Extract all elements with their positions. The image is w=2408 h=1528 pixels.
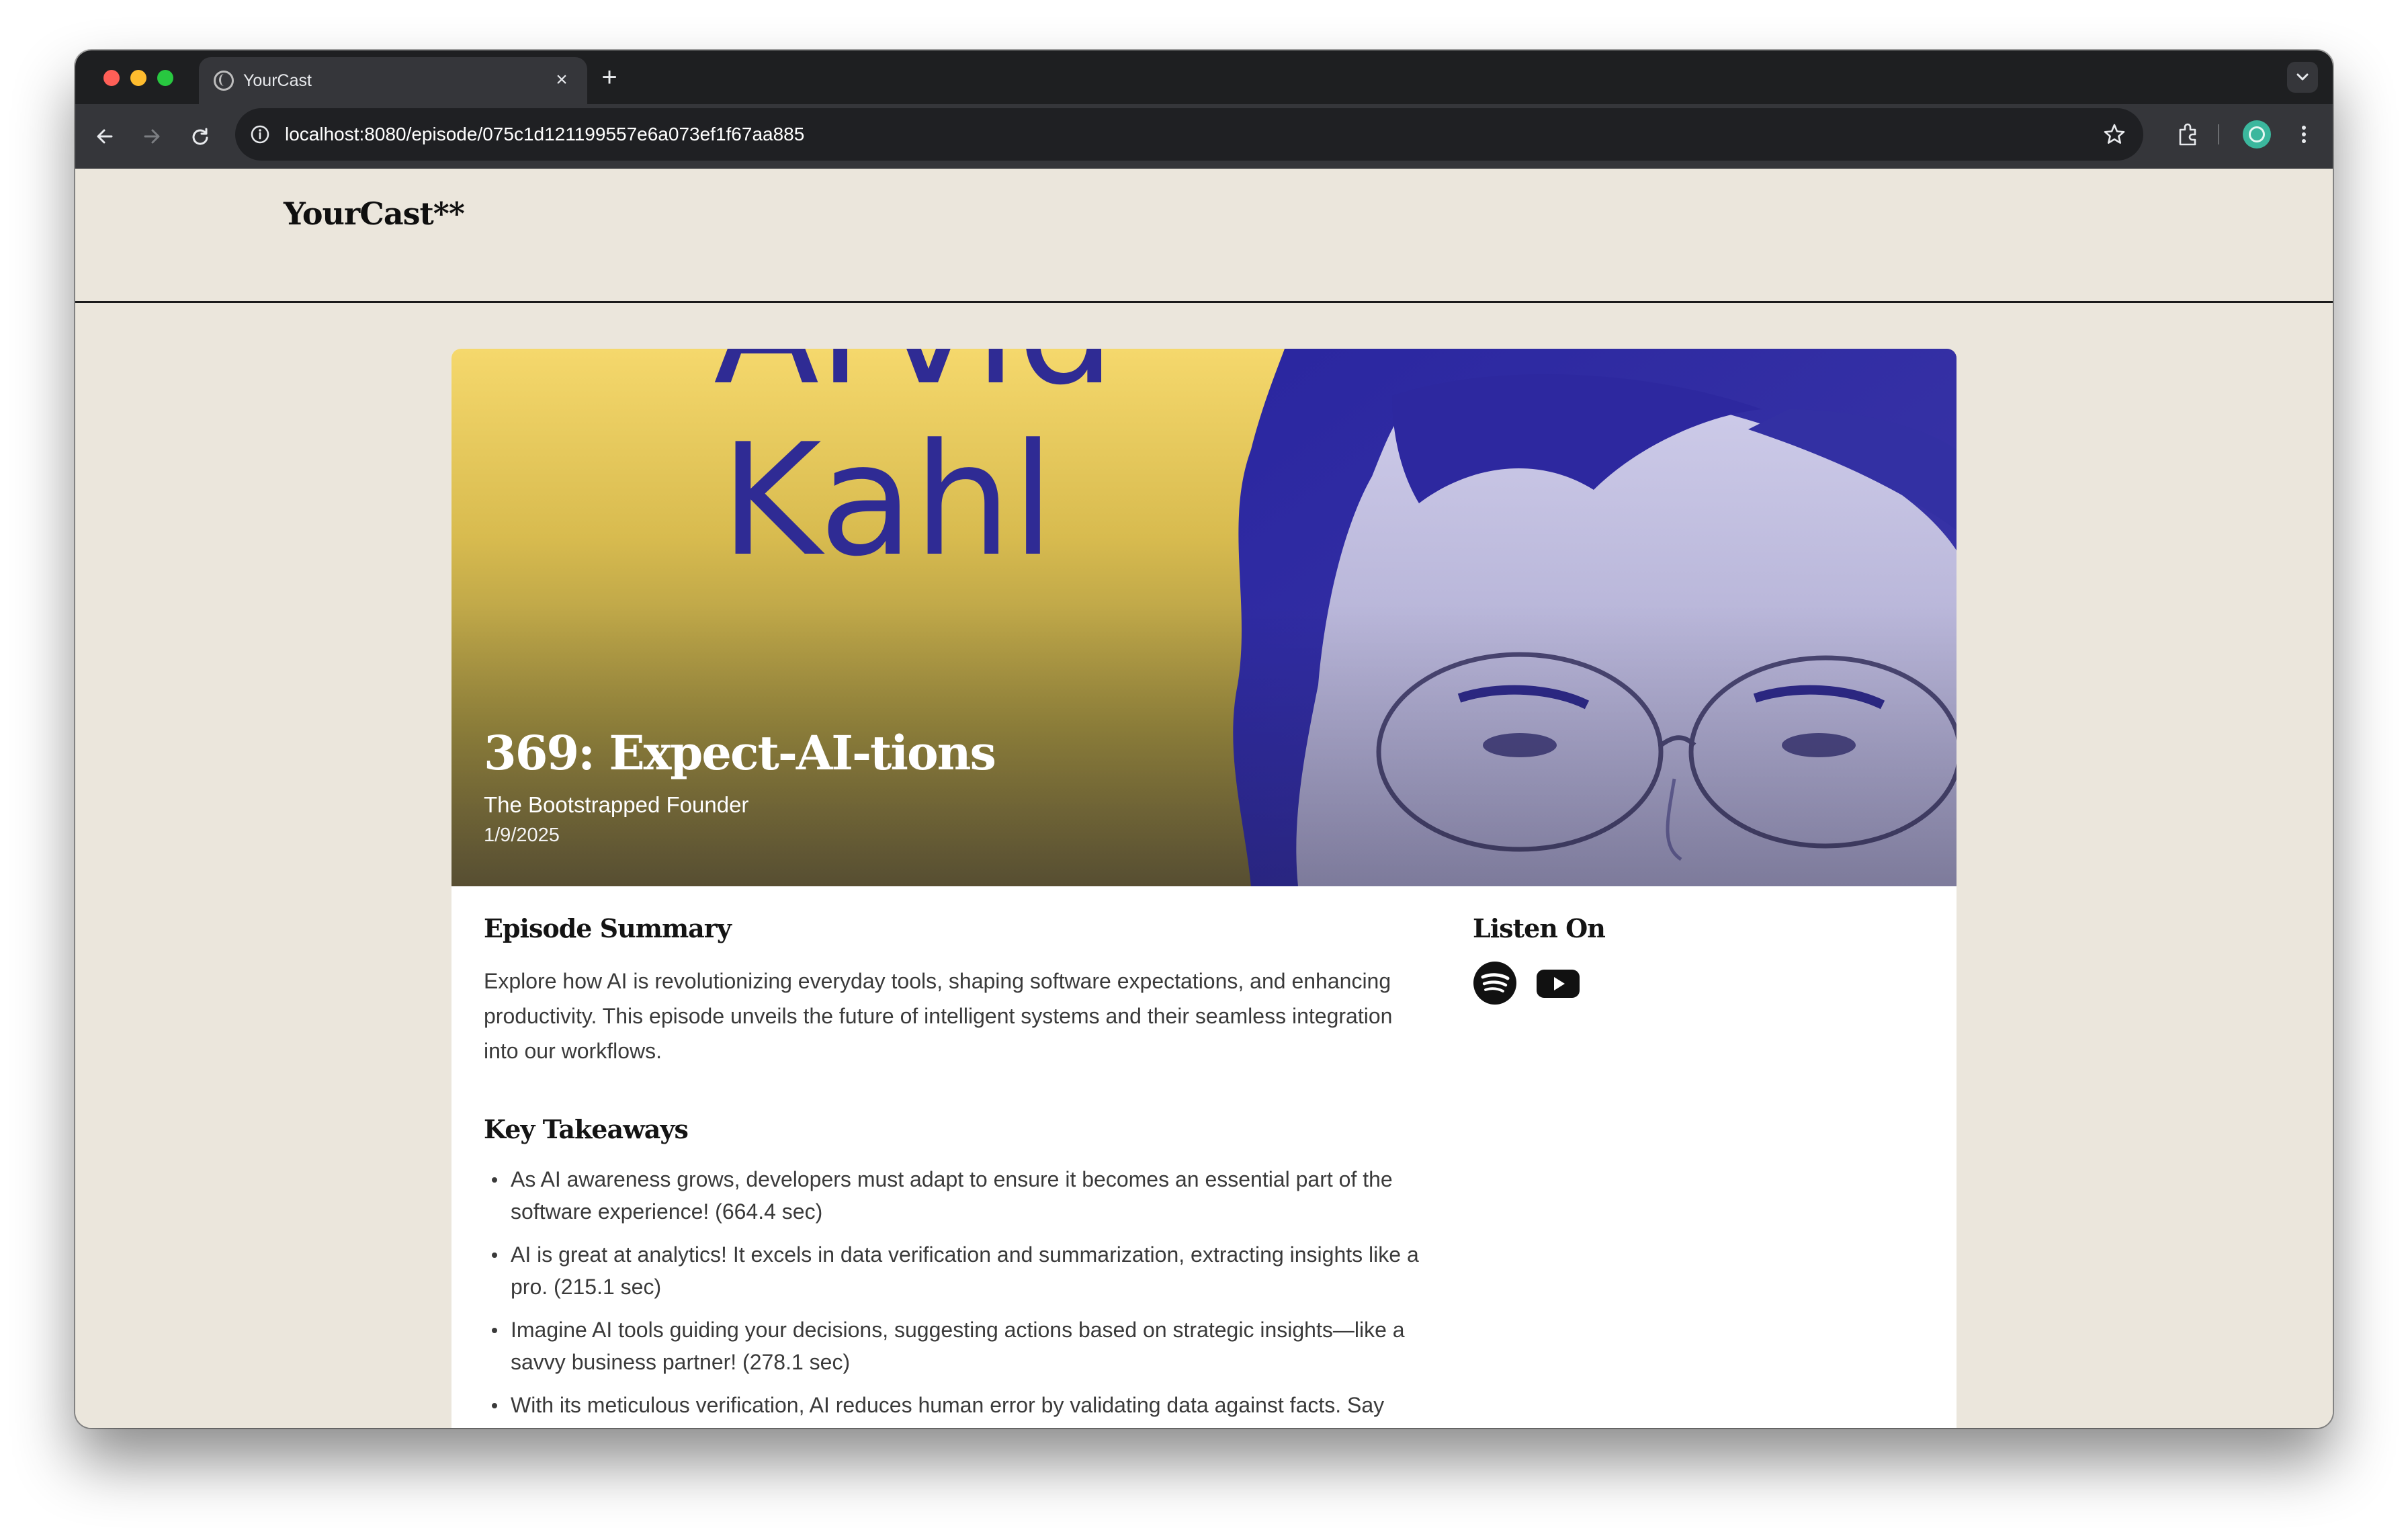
tab-strip: YourCast × + xyxy=(75,50,2333,104)
listen-on-heading: Listen On xyxy=(1473,913,1606,943)
show-name[interactable]: The Bootstrapped Founder xyxy=(484,792,748,818)
youtube-icon xyxy=(1537,970,1580,998)
browser-window: YourCast × + localhost:8080/episode/075c… xyxy=(75,50,2333,1428)
tab-search-button[interactable] xyxy=(2287,62,2318,93)
episode-card: Arvid Kahl 369: Expect-AI-tions The Boot… xyxy=(452,349,1956,1428)
takeaway-item[interactable]: With its meticulous verification, AI red… xyxy=(484,1389,1438,1428)
site-logo[interactable]: YourCast** xyxy=(284,196,465,232)
takeaways-list: As AI awareness grows, developers must a… xyxy=(484,1163,1424,1428)
youtube-link[interactable] xyxy=(1536,961,1580,1005)
profile-avatar[interactable] xyxy=(2243,120,2271,148)
url-text[interactable]: localhost:8080/episode/075c1d121199557e6… xyxy=(285,124,804,145)
takeaway-item[interactable]: Imagine AI tools guiding your decisions,… xyxy=(484,1314,1438,1378)
cover-text-last-name: Kahl xyxy=(720,411,1054,591)
spotify-link[interactable] xyxy=(1473,961,1517,1005)
arrow-left-icon xyxy=(97,129,113,144)
episode-date: 1/9/2025 xyxy=(484,824,560,846)
new-tab-button[interactable]: + xyxy=(594,62,625,93)
page-viewport: YourCast** Kahl 369: Expect-AI-tions The… xyxy=(75,169,2333,1428)
listen-on-panel: Listen On xyxy=(1473,913,1876,1008)
cover-text-first-name: Arvid xyxy=(714,349,1115,419)
close-window-button[interactable] xyxy=(103,70,120,86)
summary-text: Explore how AI is revolutionizing everyd… xyxy=(484,969,1393,1063)
back-button[interactable] xyxy=(90,122,120,151)
globe-icon xyxy=(214,71,234,91)
summary-heading: Episode Summary xyxy=(484,913,732,943)
episode-cover: Arvid Kahl 369: Expect-AI-tions The Boot… xyxy=(452,349,1956,886)
takeaways-heading: Key Takeaways xyxy=(484,1114,689,1144)
takeaway-item[interactable]: As AI awareness grows, developers must a… xyxy=(484,1163,1438,1228)
reload-icon xyxy=(192,128,208,145)
spotify-icon xyxy=(1473,962,1516,1005)
episode-title: 369: Expect-AI-tions xyxy=(484,725,996,781)
arrow-right-icon xyxy=(144,129,160,144)
chevron-down-icon xyxy=(2296,73,2309,81)
star-icon[interactable] xyxy=(2102,122,2127,147)
reload-button[interactable] xyxy=(185,122,215,151)
maximize-window-button[interactable] xyxy=(157,70,173,86)
forward-button[interactable] xyxy=(137,122,167,151)
minimize-window-button[interactable] xyxy=(130,70,146,86)
info-icon[interactable] xyxy=(249,123,271,146)
platform-links xyxy=(1473,961,1876,1008)
address-bar[interactable]: localhost:8080/episode/075c1d121199557e6… xyxy=(235,108,2143,161)
more-menu-icon[interactable] xyxy=(2290,120,2318,148)
episode-details: Episode Summary Explore how AI is revolu… xyxy=(484,913,1424,1428)
browser-tab[interactable]: YourCast × xyxy=(199,57,587,104)
site-header: YourCast** xyxy=(75,169,2333,303)
tab-close-button[interactable]: × xyxy=(548,67,575,93)
tab-title: YourCast xyxy=(243,71,312,90)
takeaway-item[interactable]: AI is great at analytics! It excels in d… xyxy=(484,1238,1438,1303)
toolbar-divider xyxy=(2218,124,2219,144)
puzzle-icon[interactable] xyxy=(2174,120,2202,148)
